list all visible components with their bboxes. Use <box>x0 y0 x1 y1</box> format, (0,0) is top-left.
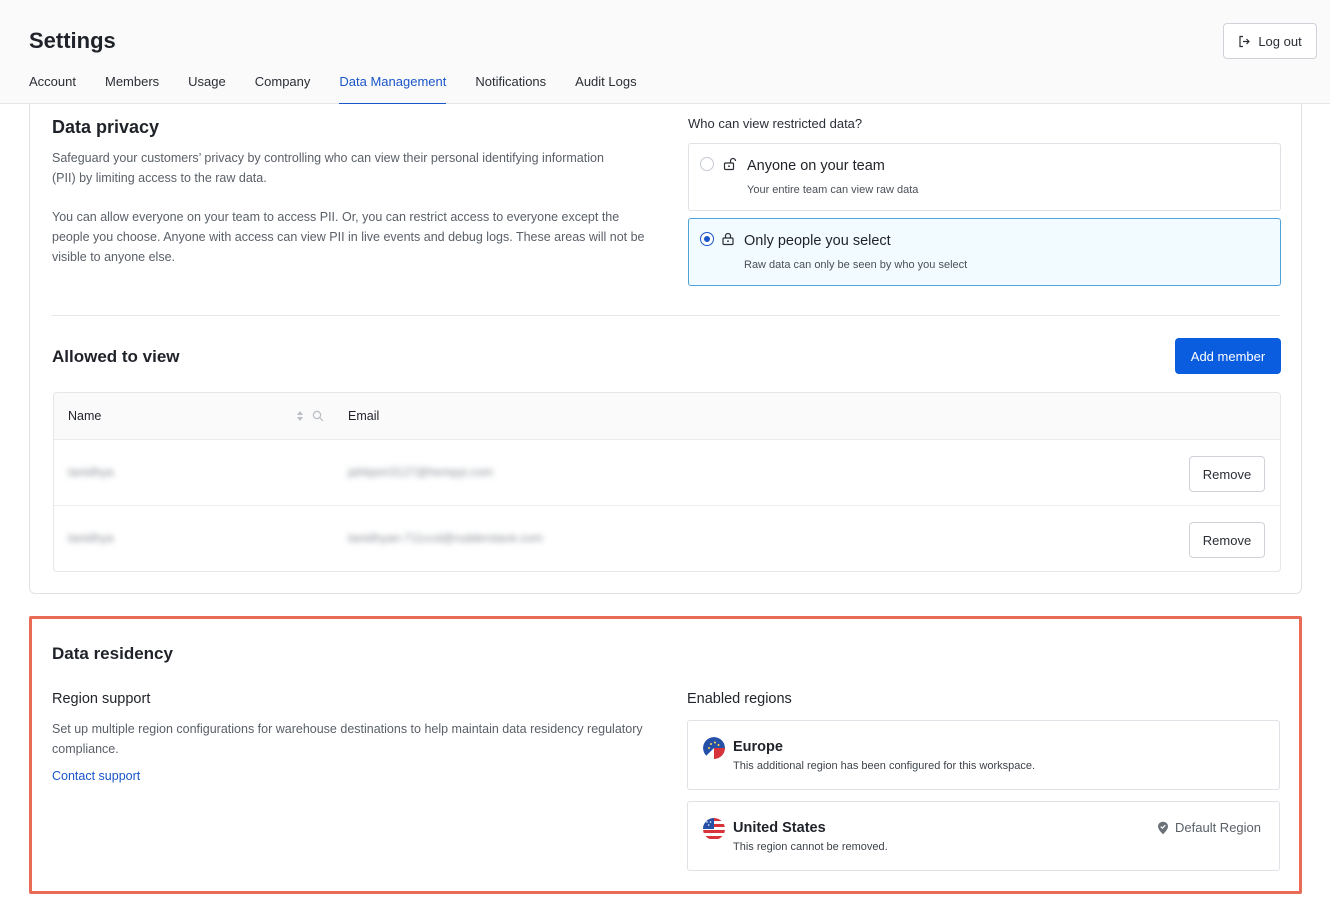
column-header-name: Name <box>68 409 102 423</box>
sort-icon[interactable] <box>295 409 305 423</box>
column-header-email: Email <box>348 409 380 423</box>
option-anyone-title: Anyone on your team <box>747 158 885 174</box>
data-privacy-title: Data privacy <box>52 117 160 137</box>
logout-label: Log out <box>1258 33 1302 49</box>
member-name: tanidhya <box>68 465 114 479</box>
contact-support-link[interactable]: Contact support <box>52 769 140 783</box>
us-flag-icon <box>703 818 725 840</box>
tab-company[interactable]: Company <box>255 66 311 104</box>
option-only-people-title: Only people you select <box>744 233 891 249</box>
settings-tabs: Account Members Usage Company Data Manag… <box>29 66 666 105</box>
tab-account[interactable]: Account <box>29 66 76 104</box>
tab-notifications[interactable]: Notifications <box>475 66 546 104</box>
region-description: This additional region has been configur… <box>733 760 1036 772</box>
remove-member-button[interactable]: Remove <box>1189 456 1265 492</box>
page-title: Settings <box>29 28 116 53</box>
option-only-people-you-select[interactable]: Only people you select Raw data can only… <box>688 218 1281 286</box>
radio-anyone-on-team[interactable] <box>700 157 714 171</box>
data-residency-card: Data residency Region support Set up mul… <box>29 616 1302 894</box>
data-privacy-description-1: Safeguard your customers’ privacy by con… <box>52 151 604 185</box>
allowed-members-table: Name Email tanidhya jahlqsm3127@hempyi.c… <box>53 392 1281 572</box>
member-name: tanidhya <box>68 531 114 545</box>
table-header: Name Email <box>54 393 1280 440</box>
section-divider <box>52 315 1280 316</box>
member-email: jahlqsm3127@hempyi.com <box>348 465 493 479</box>
member-email: tanidhyan-711ccd@rudderstack.com <box>348 531 543 545</box>
default-region-tag: Default Region <box>1157 820 1261 835</box>
tab-data-management[interactable]: Data Management <box>339 66 446 105</box>
logout-icon <box>1239 35 1251 47</box>
data-residency-title: Data residency <box>52 644 173 663</box>
allowed-to-view-title: Allowed to view <box>52 347 180 366</box>
region-europe: Europe This additional region has been c… <box>687 720 1280 790</box>
option-anyone-subtitle: Your entire team can view raw data <box>747 184 919 196</box>
region-description: This region cannot be removed. <box>733 841 888 853</box>
region-support-title: Region support <box>52 691 151 707</box>
option-anyone-on-team[interactable]: Anyone on your team Your entire team can… <box>688 143 1281 211</box>
tab-usage[interactable]: Usage <box>188 66 226 104</box>
search-icon[interactable] <box>312 410 324 422</box>
tab-members[interactable]: Members <box>105 66 159 104</box>
table-row: tanidhya tanidhyan-711ccd@rudderstack.co… <box>54 506 1280 571</box>
settings-header: Settings Log out Account Members Usage C… <box>0 0 1330 105</box>
remove-member-button[interactable]: Remove <box>1189 522 1265 558</box>
tab-audit-logs[interactable]: Audit Logs <box>575 66 636 104</box>
restricted-data-question: Who can view restricted data? <box>688 116 863 131</box>
logout-button[interactable]: Log out <box>1223 23 1317 59</box>
eu-flag-icon <box>703 737 725 759</box>
unlock-icon <box>723 157 737 171</box>
default-region-label: Default Region <box>1175 820 1261 835</box>
lock-icon <box>722 232 734 246</box>
enabled-regions-title: Enabled regions <box>687 691 792 707</box>
data-privacy-card: Data privacy Safeguard your customers’ p… <box>29 104 1302 594</box>
location-pin-icon <box>1158 821 1168 834</box>
data-privacy-description-2: You can allow everyone on your team to a… <box>52 210 645 264</box>
option-only-people-subtitle: Raw data can only be seen by who you sel… <box>744 259 968 271</box>
region-name: Europe <box>733 739 783 755</box>
region-united-states: United States This region cannot be remo… <box>687 801 1280 871</box>
table-row: tanidhya jahlqsm3127@hempyi.com Remove <box>54 440 1280 506</box>
region-support-description: Set up multiple region configurations fo… <box>52 722 643 756</box>
region-name: United States <box>733 820 826 836</box>
radio-only-people-you-select[interactable] <box>700 232 714 246</box>
add-member-button[interactable]: Add member <box>1175 338 1281 374</box>
